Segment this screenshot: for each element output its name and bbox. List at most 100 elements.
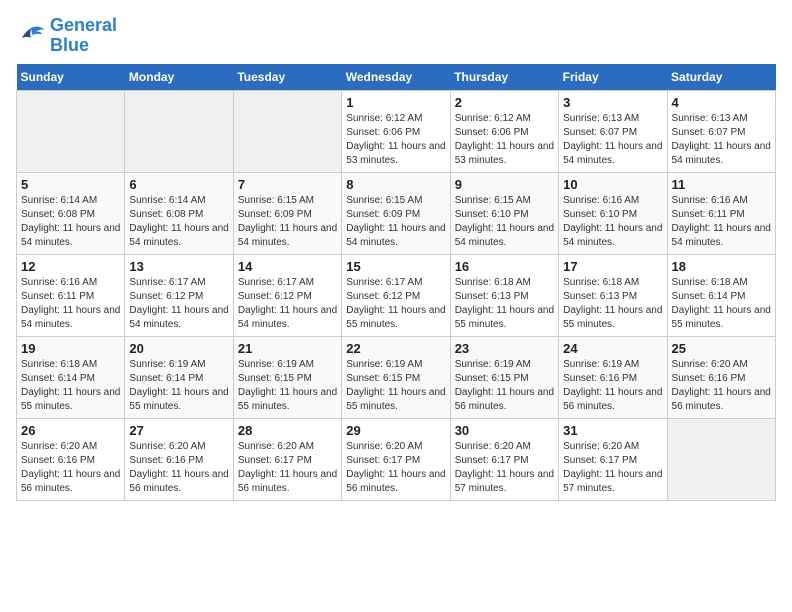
calendar-cell: 17 Sunrise: 6:18 AM Sunset: 6:13 PM Dayli…	[559, 254, 667, 336]
day-number: 31	[563, 423, 662, 438]
calendar-cell: 30Sunrise: 6:20 AM Sunset: 6:17 PM Dayli…	[450, 418, 558, 500]
calendar-cell: 14 Sunrise: 6:17 AM Sunset: 6:12 PM Dayli…	[233, 254, 341, 336]
day-number: 21	[238, 341, 337, 356]
calendar-cell: 19 Sunrise: 6:18 AM Sunset: 6:14 PM Dayli…	[17, 336, 125, 418]
day-number: 4	[672, 95, 771, 110]
weekday-header-sunday: Sunday	[17, 64, 125, 91]
day-info: Sunrise: 6:16 AM Sunset: 6:11 PM Dayligh…	[21, 276, 120, 332]
calendar-header: SundayMondayTuesdayWednesdayThursdayFrid…	[17, 64, 776, 91]
calendar-cell: 29Sunrise: 6:20 AM Sunset: 6:17 PM Dayli…	[342, 418, 450, 500]
day-info: Sunrise: 6:17 AM Sunset: 6:12 PM Dayligh…	[238, 276, 337, 332]
day-info: Sunrise: 6:19 AM Sunset: 6:16 PM Dayligh…	[563, 358, 662, 414]
weekday-header-wednesday: Wednesday	[342, 64, 450, 91]
day-number: 28	[238, 423, 337, 438]
day-info: Sunrise: 6:15 AM Sunset: 6:09 PM Dayligh…	[238, 194, 337, 250]
day-info: Sunrise: 6:20 AM Sunset: 6:17 PM Dayligh…	[455, 440, 554, 496]
day-info: Sunrise: 6:18 AM Sunset: 6:14 PM Dayligh…	[21, 358, 120, 414]
weekday-header-row: SundayMondayTuesdayWednesdayThursdayFrid…	[17, 64, 776, 91]
day-info: Sunrise: 6:20 AM Sunset: 6:17 PM Dayligh…	[563, 440, 662, 496]
calendar-cell: 22Sunrise: 6:19 AM Sunset: 6:15 PM Dayli…	[342, 336, 450, 418]
calendar-cell: 13 Sunrise: 6:17 AM Sunset: 6:12 PM Dayli…	[125, 254, 233, 336]
calendar-cell: 24 Sunrise: 6:19 AM Sunset: 6:16 PM Dayli…	[559, 336, 667, 418]
calendar-week-2: 5Sunrise: 6:14 AM Sunset: 6:08 PM Daylig…	[17, 172, 776, 254]
day-info: Sunrise: 6:12 AM Sunset: 6:06 PM Dayligh…	[346, 112, 445, 168]
calendar-cell: 7 Sunrise: 6:15 AM Sunset: 6:09 PM Daylig…	[233, 172, 341, 254]
logo-icon	[16, 24, 46, 48]
calendar-cell: 28Sunrise: 6:20 AM Sunset: 6:17 PM Dayli…	[233, 418, 341, 500]
day-info: Sunrise: 6:15 AM Sunset: 6:09 PM Dayligh…	[346, 194, 445, 250]
calendar-cell: 5Sunrise: 6:14 AM Sunset: 6:08 PM Daylig…	[17, 172, 125, 254]
day-number: 7	[238, 177, 337, 192]
calendar-week-5: 26 Sunrise: 6:20 AM Sunset: 6:16 PM Dayli…	[17, 418, 776, 500]
day-number: 23	[455, 341, 554, 356]
calendar-cell: 8 Sunrise: 6:15 AM Sunset: 6:09 PM Daylig…	[342, 172, 450, 254]
day-number: 24	[563, 341, 662, 356]
day-number: 12	[21, 259, 120, 274]
day-number: 3	[563, 95, 662, 110]
calendar-cell: 10 Sunrise: 6:16 AM Sunset: 6:10 PM Dayli…	[559, 172, 667, 254]
calendar-cell: 18 Sunrise: 6:18 AM Sunset: 6:14 PM Dayli…	[667, 254, 775, 336]
calendar-cell	[233, 90, 341, 172]
day-info: Sunrise: 6:14 AM Sunset: 6:08 PM Dayligh…	[21, 194, 120, 250]
weekday-header-friday: Friday	[559, 64, 667, 91]
calendar-cell: 12 Sunrise: 6:16 AM Sunset: 6:11 PM Dayli…	[17, 254, 125, 336]
calendar-cell: 16Sunrise: 6:18 AM Sunset: 6:13 PM Dayli…	[450, 254, 558, 336]
calendar-cell: 4 Sunrise: 6:13 AM Sunset: 6:07 PM Daylig…	[667, 90, 775, 172]
calendar-cell: 1 Sunrise: 6:12 AM Sunset: 6:06 PM Daylig…	[342, 90, 450, 172]
day-number: 8	[346, 177, 445, 192]
weekday-header-saturday: Saturday	[667, 64, 775, 91]
calendar-cell: 31 Sunrise: 6:20 AM Sunset: 6:17 PM Dayli…	[559, 418, 667, 500]
day-number: 13	[129, 259, 228, 274]
weekday-header-monday: Monday	[125, 64, 233, 91]
day-info: Sunrise: 6:16 AM Sunset: 6:10 PM Dayligh…	[563, 194, 662, 250]
calendar-body: 1 Sunrise: 6:12 AM Sunset: 6:06 PM Daylig…	[17, 90, 776, 500]
logo: General Blue	[16, 16, 117, 56]
calendar-cell	[125, 90, 233, 172]
day-number: 26	[21, 423, 120, 438]
day-number: 27	[129, 423, 228, 438]
day-info: Sunrise: 6:19 AM Sunset: 6:15 PM Dayligh…	[346, 358, 445, 414]
calendar-cell: 3Sunrise: 6:13 AM Sunset: 6:07 PM Daylig…	[559, 90, 667, 172]
weekday-header-thursday: Thursday	[450, 64, 558, 91]
day-info: Sunrise: 6:20 AM Sunset: 6:16 PM Dayligh…	[672, 358, 771, 414]
calendar-cell: 11 Sunrise: 6:16 AM Sunset: 6:11 PM Dayli…	[667, 172, 775, 254]
day-number: 25	[672, 341, 771, 356]
day-info: Sunrise: 6:19 AM Sunset: 6:15 PM Dayligh…	[455, 358, 554, 414]
day-info: Sunrise: 6:12 AM Sunset: 6:06 PM Dayligh…	[455, 112, 554, 168]
calendar-cell: 6Sunrise: 6:14 AM Sunset: 6:08 PM Daylig…	[125, 172, 233, 254]
day-info: Sunrise: 6:16 AM Sunset: 6:11 PM Dayligh…	[672, 194, 771, 250]
day-info: Sunrise: 6:17 AM Sunset: 6:12 PM Dayligh…	[346, 276, 445, 332]
day-number: 2	[455, 95, 554, 110]
page-header: General Blue	[16, 16, 776, 56]
calendar-cell: 20 Sunrise: 6:19 AM Sunset: 6:14 PM Dayli…	[125, 336, 233, 418]
calendar-cell: 15Sunrise: 6:17 AM Sunset: 6:12 PM Dayli…	[342, 254, 450, 336]
day-number: 9	[455, 177, 554, 192]
day-number: 14	[238, 259, 337, 274]
day-info: Sunrise: 6:17 AM Sunset: 6:12 PM Dayligh…	[129, 276, 228, 332]
day-info: Sunrise: 6:18 AM Sunset: 6:14 PM Dayligh…	[672, 276, 771, 332]
day-info: Sunrise: 6:19 AM Sunset: 6:15 PM Dayligh…	[238, 358, 337, 414]
day-number: 17	[563, 259, 662, 274]
day-number: 1	[346, 95, 445, 110]
day-info: Sunrise: 6:18 AM Sunset: 6:13 PM Dayligh…	[563, 276, 662, 332]
calendar-cell: 26 Sunrise: 6:20 AM Sunset: 6:16 PM Dayli…	[17, 418, 125, 500]
day-info: Sunrise: 6:20 AM Sunset: 6:16 PM Dayligh…	[129, 440, 228, 496]
day-info: Sunrise: 6:20 AM Sunset: 6:16 PM Dayligh…	[21, 440, 120, 496]
day-number: 20	[129, 341, 228, 356]
calendar-table: SundayMondayTuesdayWednesdayThursdayFrid…	[16, 64, 776, 501]
calendar-week-3: 12 Sunrise: 6:16 AM Sunset: 6:11 PM Dayli…	[17, 254, 776, 336]
calendar-cell: 21 Sunrise: 6:19 AM Sunset: 6:15 PM Dayli…	[233, 336, 341, 418]
day-info: Sunrise: 6:19 AM Sunset: 6:14 PM Dayligh…	[129, 358, 228, 414]
day-number: 10	[563, 177, 662, 192]
day-number: 19	[21, 341, 120, 356]
day-info: Sunrise: 6:13 AM Sunset: 6:07 PM Dayligh…	[672, 112, 771, 168]
day-number: 11	[672, 177, 771, 192]
calendar-cell	[17, 90, 125, 172]
calendar-cell	[667, 418, 775, 500]
day-number: 29	[346, 423, 445, 438]
day-info: Sunrise: 6:15 AM Sunset: 6:10 PM Dayligh…	[455, 194, 554, 250]
day-number: 6	[129, 177, 228, 192]
day-number: 18	[672, 259, 771, 274]
calendar-cell: 2 Sunrise: 6:12 AM Sunset: 6:06 PM Daylig…	[450, 90, 558, 172]
calendar-cell: 27 Sunrise: 6:20 AM Sunset: 6:16 PM Dayli…	[125, 418, 233, 500]
